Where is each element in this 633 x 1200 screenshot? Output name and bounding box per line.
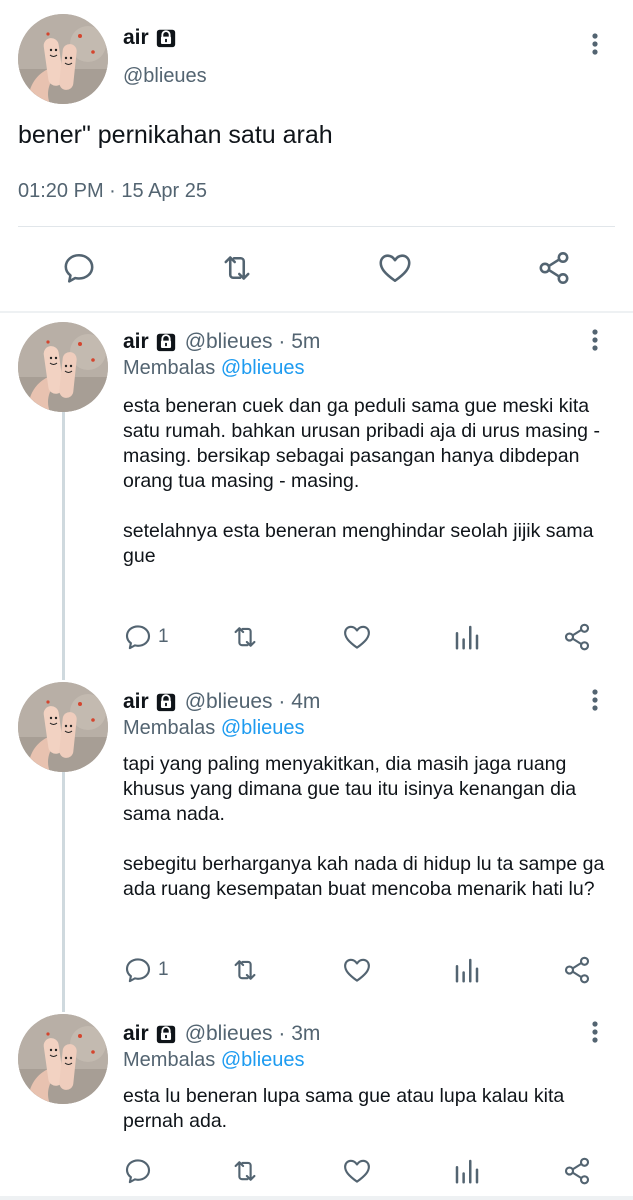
more-options-icon[interactable] (591, 328, 599, 352)
reply-count: 1 (158, 959, 169, 980)
reply-tweet[interactable]: air @blieues · 3m Membalas @blieues esta… (0, 1014, 633, 1194)
share-icon[interactable] (562, 955, 592, 985)
avatar[interactable] (18, 682, 108, 772)
handle-time: @blieues · 3m (184, 1022, 321, 1045)
more-options-icon[interactable] (591, 32, 599, 56)
reply-icon[interactable] (61, 250, 97, 286)
reply-icon[interactable] (123, 955, 153, 985)
replying-to: Membalas @blieues (123, 357, 305, 380)
more-options-icon[interactable] (591, 1020, 599, 1044)
main-tweet: air @blieues bener" pernikahan satu arah… (0, 0, 633, 312)
retweet-icon[interactable] (230, 1156, 260, 1186)
tweet-actions (0, 240, 633, 300)
reply-icon[interactable] (123, 1156, 153, 1186)
share-icon[interactable] (562, 1156, 592, 1186)
replying-prefix: Membalas (123, 1049, 216, 1071)
bottom-divider (0, 1196, 633, 1200)
reply-paragraph: setelahnya esta beneran menghindar seola… (123, 520, 594, 567)
handle-time: @blieues · 5m (184, 330, 321, 353)
reply-icon[interactable] (123, 622, 153, 652)
author-name[interactable]: air (123, 1022, 149, 1046)
more-options-icon[interactable] (591, 688, 599, 712)
section-divider (0, 311, 633, 313)
stats-icon[interactable] (452, 955, 482, 985)
stats-icon[interactable] (452, 622, 482, 652)
author-name[interactable]: air (123, 690, 149, 714)
avatar[interactable] (18, 322, 108, 412)
author-name-row[interactable]: air (123, 26, 177, 50)
reply-paragraph: sebegitu berharganya kah nada di hidup l… (123, 853, 605, 900)
reply-header: air @blieues · 4m (123, 690, 320, 714)
reply-count: 1 (158, 626, 169, 647)
tweet-timestamp[interactable]: 01:20 PM · 15 Apr 25 (18, 180, 207, 203)
lock-icon (155, 1023, 177, 1045)
lock-icon (155, 691, 177, 713)
reply-header: air @blieues · 3m (123, 1022, 320, 1046)
divider (18, 226, 615, 227)
reply-text: tapi yang paling menyakitkan, dia masih … (123, 752, 613, 902)
avatar[interactable] (18, 14, 108, 104)
reply-paragraph: esta beneran cuek dan ga peduli sama gue… (123, 395, 600, 492)
replying-to: Membalas @blieues (123, 1049, 305, 1072)
like-icon[interactable] (342, 955, 372, 985)
lock-icon (155, 27, 177, 49)
retweet-icon[interactable] (230, 622, 260, 652)
author-name[interactable]: air (123, 26, 149, 50)
replying-mention[interactable]: @blieues (221, 357, 305, 379)
like-icon[interactable] (342, 622, 372, 652)
retweet-icon[interactable] (230, 955, 260, 985)
reply-actions: 1 (0, 955, 633, 987)
share-icon[interactable] (536, 250, 572, 286)
reply-text: esta beneran cuek dan ga peduli sama gue… (123, 394, 613, 569)
share-icon[interactable] (562, 622, 592, 652)
reply-text: esta lu beneran lupa sama gue atau lupa … (123, 1084, 613, 1134)
reply-tweet[interactable]: air @blieues · 4m Membalas @blieues tapi… (0, 682, 633, 1002)
author-handle[interactable]: @blieues (123, 65, 207, 88)
replying-prefix: Membalas (123, 717, 216, 739)
replying-to: Membalas @blieues (123, 717, 305, 740)
reply-actions (0, 1156, 633, 1188)
lock-icon (155, 331, 177, 353)
replying-prefix: Membalas (123, 357, 216, 379)
like-icon[interactable] (377, 250, 413, 286)
tweet-text: bener" pernikahan satu arah (18, 121, 333, 149)
replying-mention[interactable]: @blieues (221, 717, 305, 739)
stats-icon[interactable] (452, 1156, 482, 1186)
reply-paragraph: tapi yang paling menyakitkan, dia masih … (123, 753, 577, 825)
author-name[interactable]: air (123, 330, 149, 354)
like-icon[interactable] (342, 1156, 372, 1186)
avatar[interactable] (18, 1014, 108, 1104)
reply-actions: 1 (0, 622, 633, 654)
reply-tweet[interactable]: air @blieues · 5m Membalas @blieues esta… (0, 322, 633, 662)
reply-paragraph: esta lu beneran lupa sama gue atau lupa … (123, 1085, 565, 1132)
retweet-icon[interactable] (219, 250, 255, 286)
replying-mention[interactable]: @blieues (221, 1049, 305, 1071)
reply-header: air @blieues · 5m (123, 330, 320, 354)
handle-time: @blieues · 4m (184, 690, 321, 713)
